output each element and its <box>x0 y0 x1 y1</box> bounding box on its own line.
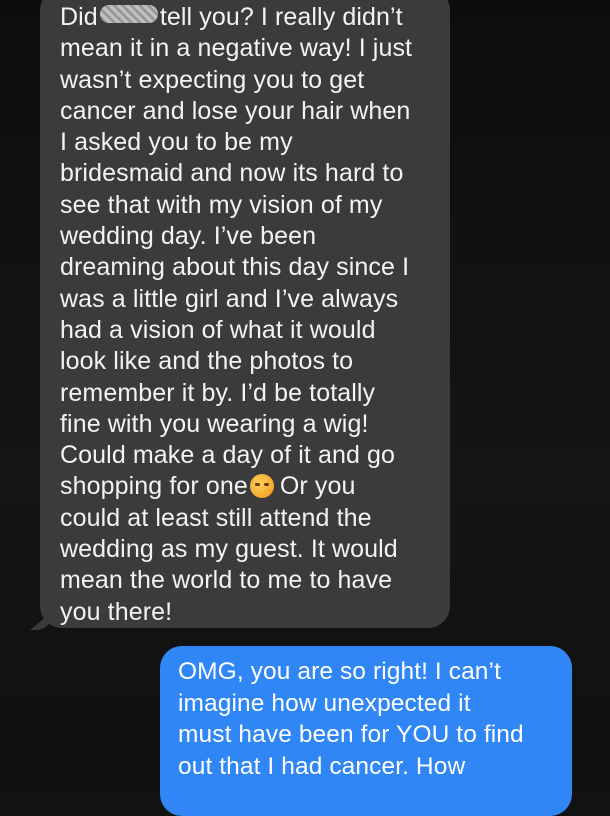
message-line: out that I had cancer. How <box>178 752 466 780</box>
message-line: could at least still attend the <box>60 503 372 532</box>
message-line: shopping for one Or you <box>60 471 450 502</box>
message-text: shopping for one <box>60 472 248 501</box>
message-line: remember it by. I’d be totally <box>60 378 376 407</box>
smiling-face-with-hearts-icon <box>249 474 274 499</box>
message-line: wedding day. I’ve been <box>60 222 317 251</box>
message-line: fine with you wearing a wig! <box>60 409 369 438</box>
message-line: OMG, you are so right! I can’t <box>178 658 501 685</box>
message-line: Could make a day of it and go <box>60 441 396 470</box>
message-line: mean it in a negative way! I just <box>60 34 413 63</box>
message-text: tell you? I really didn’t <box>159 3 403 31</box>
message-line: dreaming about this day since I <box>60 253 410 282</box>
message-line: you there! <box>60 597 173 626</box>
message-text: Or you <box>279 472 356 501</box>
message-line: wedding as my guest. It would <box>60 535 398 564</box>
message-line: imagine how unexpected it <box>178 689 471 717</box>
redacted-name-blur <box>99 5 158 23</box>
message-line: Did tell you? I really didn’t <box>60 2 450 33</box>
message-line: had a vision of what it would <box>60 315 376 344</box>
message-line: was a little girl and I’ve always <box>60 284 399 313</box>
received-message-bubble[interactable]: Did tell you? I really didn’t mean it in … <box>40 0 450 628</box>
message-line: bridesmaid and now its hard to <box>60 159 404 188</box>
sent-message-bubble[interactable]: OMG, you are so right! I can’t imagine h… <box>160 646 572 816</box>
message-line: cancer and lose your hair when <box>60 96 411 125</box>
message-line: I asked you to be my <box>60 128 293 157</box>
message-line: look like and the photos to <box>60 347 354 376</box>
message-text: Did <box>60 3 98 31</box>
message-line: mean the world to me to have <box>60 566 393 595</box>
message-line: see that with my vision of my <box>60 190 383 219</box>
message-line: must have been for YOU to find <box>178 721 524 748</box>
message-line: wasn’t expecting you to get <box>60 65 365 94</box>
conversation-view: Did tell you? I really didn’t mean it in … <box>0 0 610 816</box>
